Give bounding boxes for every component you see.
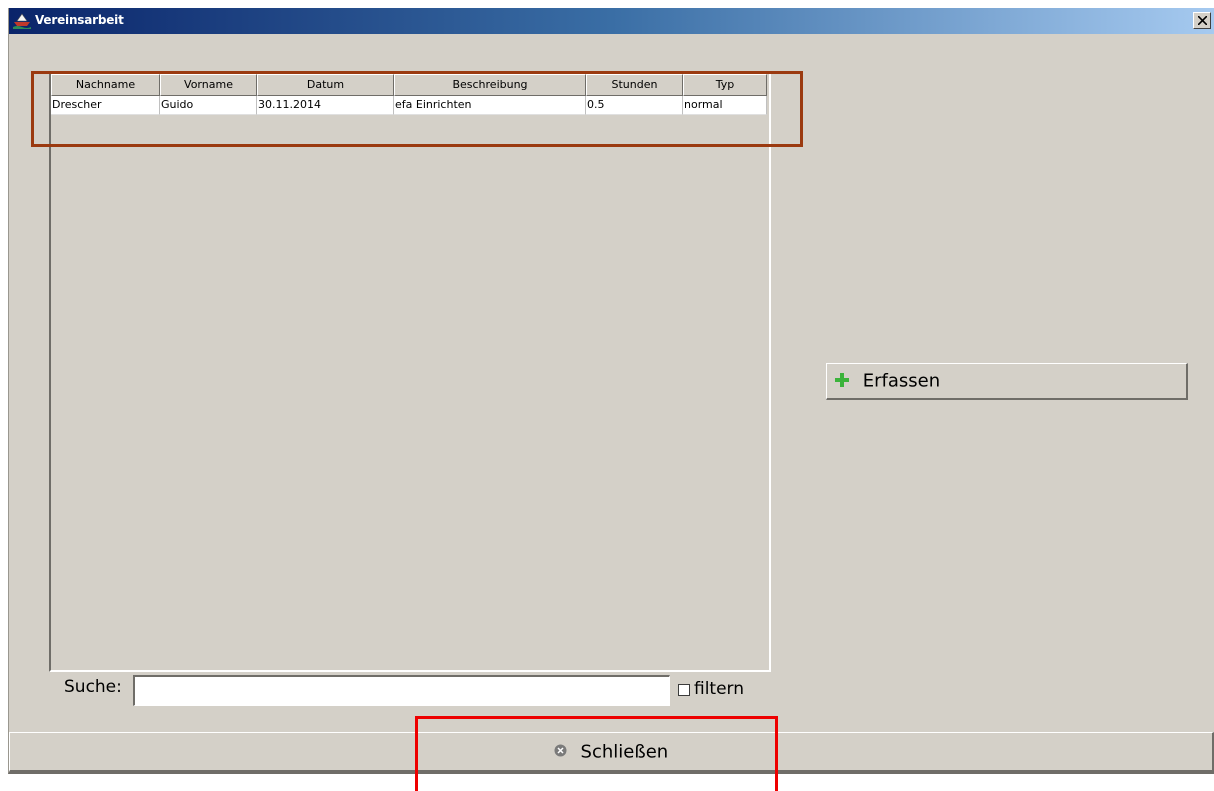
plus-icon xyxy=(835,371,849,392)
search-input[interactable] xyxy=(133,675,670,706)
window-title: Vereinsarbeit xyxy=(35,13,124,27)
close-circle-icon xyxy=(554,741,567,762)
column-header-nachname[interactable]: Nachname xyxy=(51,74,160,96)
table-cell: efa Einrichten xyxy=(394,96,586,115)
table-cell: normal xyxy=(683,96,767,115)
work-table[interactable]: Nachname Vorname Datum Beschreibung Stunden T… xyxy=(49,74,771,672)
vereinsarbeit-window: Vereinsarbeit Nachname Vorname Datum Beschr… xyxy=(8,8,1214,774)
title-bar[interactable]: Vereinsarbeit xyxy=(9,8,1214,34)
erfassen-label: Erfassen xyxy=(862,370,941,392)
column-header-datum[interactable]: Datum xyxy=(257,74,394,96)
table-body: Drescher Guido 30.11.2014 efa Einrichten 0.5… xyxy=(51,96,767,115)
filter-label[interactable]: filtern xyxy=(694,679,744,699)
column-header-beschreibung[interactable]: Beschreibung xyxy=(394,74,586,96)
table-cell: Guido xyxy=(160,96,257,115)
table-row[interactable]: Drescher Guido 30.11.2014 efa Einrichten 0.5… xyxy=(51,96,767,115)
column-header-vorname[interactable]: Vorname xyxy=(160,74,257,96)
table-header: Nachname Vorname Datum Beschreibung Stunden T… xyxy=(51,74,767,96)
column-header-stunden[interactable]: Stunden xyxy=(586,74,683,96)
filter-checkbox[interactable] xyxy=(678,684,690,696)
window-close-button[interactable] xyxy=(1193,12,1211,29)
table-cell: 0.5 xyxy=(586,96,683,115)
table-cell: Drescher xyxy=(51,96,160,115)
table-cell: 30.11.2014 xyxy=(257,96,394,115)
erfassen-button[interactable]: Erfassen xyxy=(826,363,1188,400)
app-icon xyxy=(13,13,31,29)
schliessen-label: Schließen xyxy=(580,741,669,763)
close-x-icon xyxy=(1198,16,1207,25)
search-label: Suche: xyxy=(64,677,122,697)
column-header-typ[interactable]: Typ xyxy=(683,74,767,96)
schliessen-button[interactable]: Schließen xyxy=(9,732,1214,772)
